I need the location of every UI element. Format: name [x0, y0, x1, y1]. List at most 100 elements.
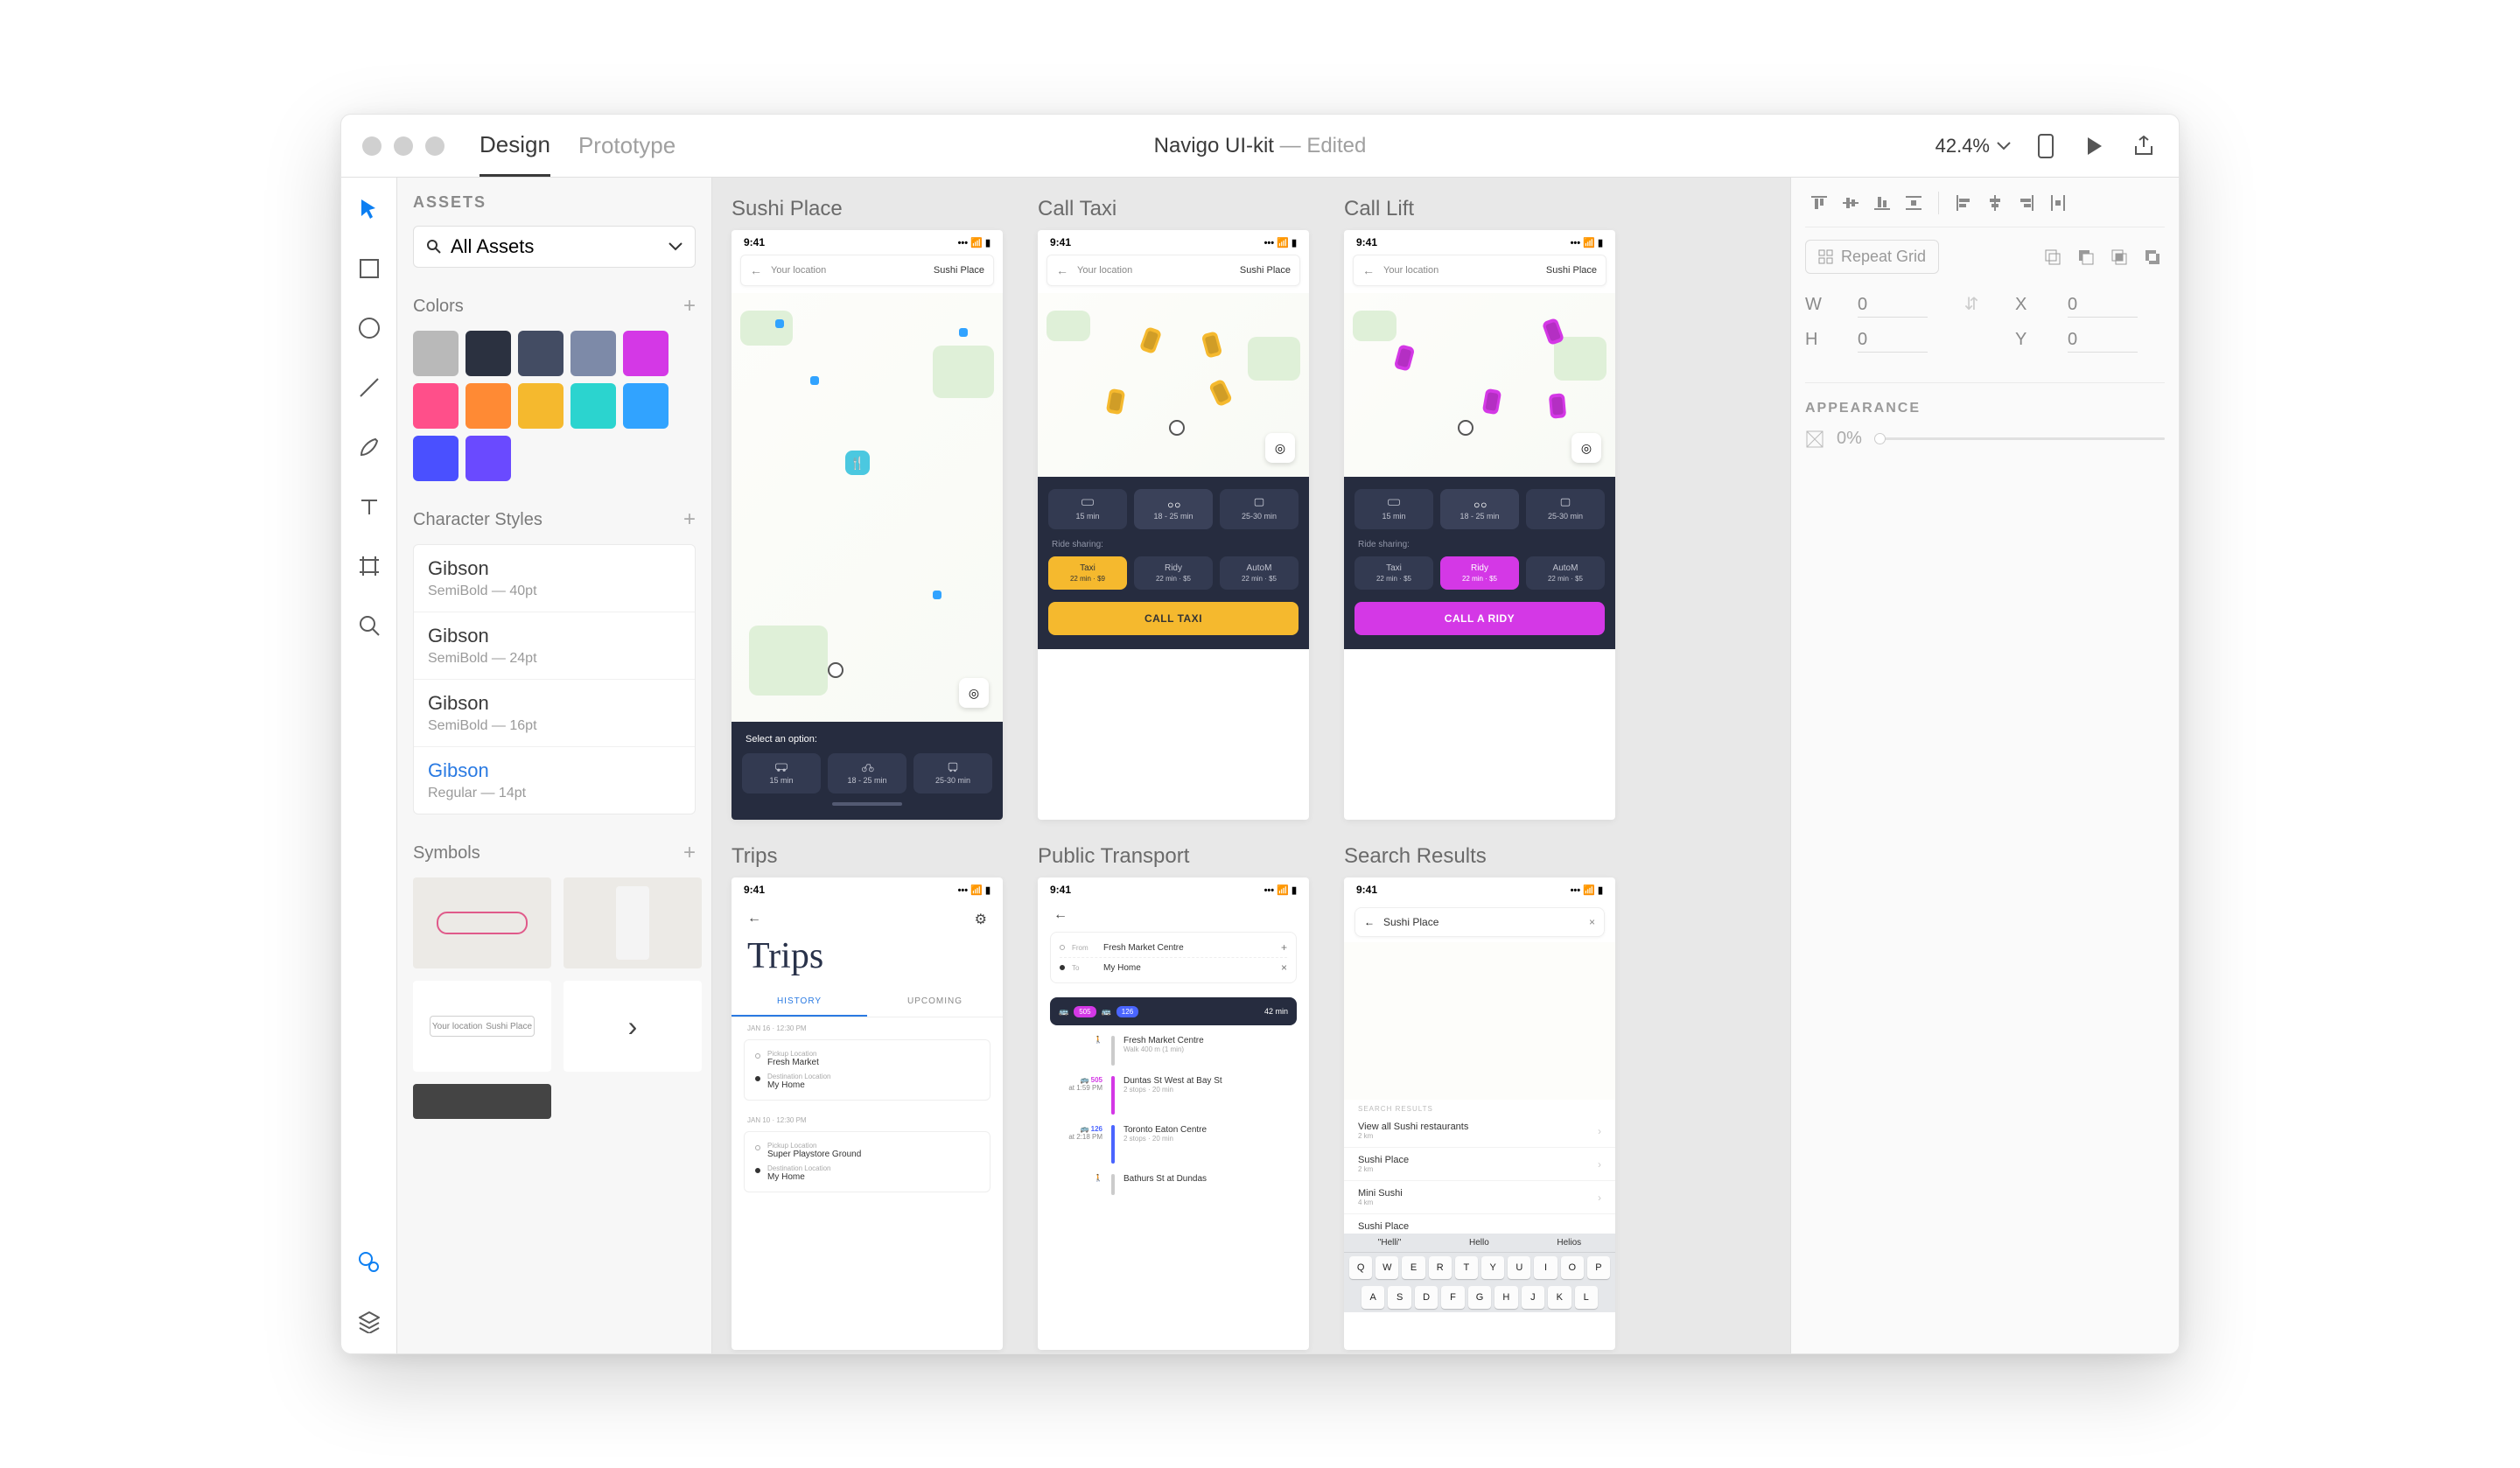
symbol-thumbnail[interactable] — [413, 1084, 551, 1119]
keyboard-key: A — [1362, 1286, 1384, 1309]
lock-aspect-icon[interactable]: ⇵ — [1963, 293, 1980, 315]
dimensions-section: W0 ⇵ X0 H0 Y0 — [1805, 293, 2165, 383]
walk-icon: 🚶 — [1054, 1036, 1102, 1066]
call-taxi-button: CALL TAXI — [1048, 602, 1298, 635]
app-window: Design Prototype Navigo UI-kit — Edited … — [340, 114, 2180, 1354]
color-swatch[interactable] — [413, 383, 458, 429]
minimize-window-dot[interactable] — [394, 136, 413, 156]
height-input[interactable]: 0 — [1858, 330, 1928, 353]
taxi-car-icon — [1201, 331, 1223, 359]
artboard-call-taxi[interactable]: 9:41••• 📶 ▮ ←Your locationSushi Place ◎ — [1038, 230, 1309, 820]
close-window-dot[interactable] — [362, 136, 382, 156]
artboard-label[interactable]: Search Results — [1344, 844, 1615, 869]
add-color-icon[interactable]: + — [683, 294, 696, 318]
keyboard-key: D — [1415, 1286, 1438, 1309]
mobile-preview-icon[interactable] — [2032, 132, 2060, 160]
ridy-car-icon — [1394, 344, 1416, 372]
color-swatch[interactable] — [466, 436, 511, 481]
canvas[interactable]: Sushi Place 9:41••• 📶 ▮ ←Your locationSu… — [712, 178, 1790, 1353]
distribute-h-icon[interactable] — [2044, 192, 2072, 214]
transport-option: 18 - 25 min — [828, 753, 906, 793]
color-swatch[interactable] — [413, 436, 458, 481]
artboard-trips[interactable]: 9:41••• 📶 ▮ ←⚙ Trips HISTORY UPCOMING JA… — [732, 877, 1003, 1350]
restaurant-pin-icon: 🍴 — [845, 451, 870, 475]
repeat-grid-button[interactable]: Repeat Grid — [1805, 240, 1939, 274]
align-bottom-icon[interactable] — [1868, 192, 1896, 214]
zoom-window-dot[interactable] — [425, 136, 444, 156]
color-swatch[interactable] — [518, 331, 564, 376]
tool-rectangle[interactable] — [355, 255, 383, 283]
colors-section-head: Colors + — [413, 294, 696, 318]
tool-line[interactable] — [355, 374, 383, 402]
opacity-icon — [1805, 430, 1824, 449]
tab-prototype[interactable]: Prototype — [578, 115, 676, 177]
chevron-down-icon — [1997, 142, 2011, 150]
artboard-label[interactable]: Call Taxi — [1038, 197, 1309, 221]
transport-option: 15 min — [742, 753, 821, 793]
tool-pen[interactable] — [355, 433, 383, 461]
boolean-subtract-icon[interactable] — [2074, 245, 2098, 269]
artboard-label[interactable]: Public Transport — [1038, 844, 1309, 869]
color-swatch[interactable] — [623, 331, 668, 376]
add-charstyle-icon[interactable]: + — [683, 507, 696, 532]
width-input[interactable]: 0 — [1858, 295, 1928, 318]
location-bar: ←Your locationSushi Place — [740, 255, 994, 286]
play-preview-icon[interactable] — [2081, 132, 2109, 160]
tool-assets[interactable] — [355, 1248, 383, 1276]
charstyle-item[interactable]: GibsonSemiBold — 16pt — [414, 680, 695, 747]
symbols-section-head: Symbols + — [413, 841, 696, 865]
color-swatch[interactable] — [413, 331, 458, 376]
inspector-panel: Repeat Grid W0 ⇵ X0 H0 Y0 — [1790, 178, 2179, 1353]
color-swatch[interactable] — [466, 383, 511, 429]
align-left-icon[interactable] — [1950, 192, 1978, 214]
tool-zoom[interactable] — [355, 612, 383, 640]
zoom-control[interactable]: 42.4% — [1936, 135, 2011, 157]
charstyle-list: GibsonSemiBold — 40ptGibsonSemiBold — 24… — [413, 544, 696, 814]
document-title: Navigo UI-kit — Edited — [1154, 134, 1367, 158]
artboard-call-lift[interactable]: 9:41••• 📶 ▮ ←Your locationSushi Place ◎ — [1344, 230, 1615, 820]
x-input[interactable]: 0 — [2068, 295, 2138, 318]
tool-select[interactable] — [355, 195, 383, 223]
align-right-icon[interactable] — [2012, 192, 2040, 214]
symbol-thumbnail[interactable] — [564, 877, 702, 968]
color-swatch[interactable] — [570, 331, 616, 376]
opacity-control[interactable]: 0% — [1805, 429, 2165, 449]
color-swatch[interactable] — [466, 331, 511, 376]
align-hcenter-icon[interactable] — [1981, 192, 2009, 214]
charstyle-item[interactable]: GibsonSemiBold — 24pt — [414, 612, 695, 680]
boolean-exclude-icon[interactable] — [2140, 245, 2165, 269]
distribute-v-icon[interactable] — [1900, 192, 1928, 214]
charstyle-item[interactable]: GibsonSemiBold — 40pt — [414, 545, 695, 612]
symbol-thumbnail[interactable]: Your locationSushi Place — [413, 981, 551, 1072]
color-swatch[interactable] — [518, 383, 564, 429]
symbol-thumbnail[interactable]: › — [564, 981, 702, 1072]
tool-artboard[interactable] — [355, 552, 383, 580]
y-input[interactable]: 0 — [2068, 330, 2138, 353]
artboard-sushi-place[interactable]: 9:41••• 📶 ▮ ←Your locationSushi Place 🍴 — [732, 230, 1003, 820]
color-swatches — [413, 331, 711, 481]
keyboard-key: H — [1494, 1286, 1517, 1309]
tool-ellipse[interactable] — [355, 314, 383, 342]
align-top-icon[interactable] — [1805, 192, 1833, 214]
color-swatch[interactable] — [570, 383, 616, 429]
assets-dropdown[interactable]: All Assets — [413, 226, 696, 268]
keyboard-key: O — [1561, 1256, 1584, 1279]
clear-icon: × — [1589, 916, 1595, 928]
share-icon[interactable] — [2130, 132, 2158, 160]
tool-layers[interactable] — [355, 1308, 383, 1336]
symbol-thumbnail[interactable] — [413, 877, 551, 968]
artboard-label[interactable]: Call Lift — [1344, 197, 1615, 221]
boolean-intersect-icon[interactable] — [2107, 245, 2132, 269]
artboard-public-transport[interactable]: 9:41••• 📶 ▮ ← FromFresh Market Centre+ T… — [1038, 877, 1309, 1350]
artboard-label[interactable]: Sushi Place — [732, 197, 1003, 221]
tool-text[interactable] — [355, 493, 383, 521]
artboard-label[interactable]: Trips — [732, 844, 1003, 869]
artboard-search-results[interactable]: 9:41••• 📶 ▮ ←Sushi Place× SEARCH RESULTS… — [1344, 877, 1615, 1350]
tab-design[interactable]: Design — [480, 115, 550, 177]
opacity-slider[interactable] — [1874, 437, 2165, 440]
color-swatch[interactable] — [623, 383, 668, 429]
align-vcenter-icon[interactable] — [1837, 192, 1865, 214]
boolean-union-icon[interactable] — [2040, 245, 2065, 269]
charstyle-item[interactable]: GibsonRegular — 14pt — [414, 747, 695, 814]
add-symbol-icon[interactable]: + — [683, 841, 696, 865]
